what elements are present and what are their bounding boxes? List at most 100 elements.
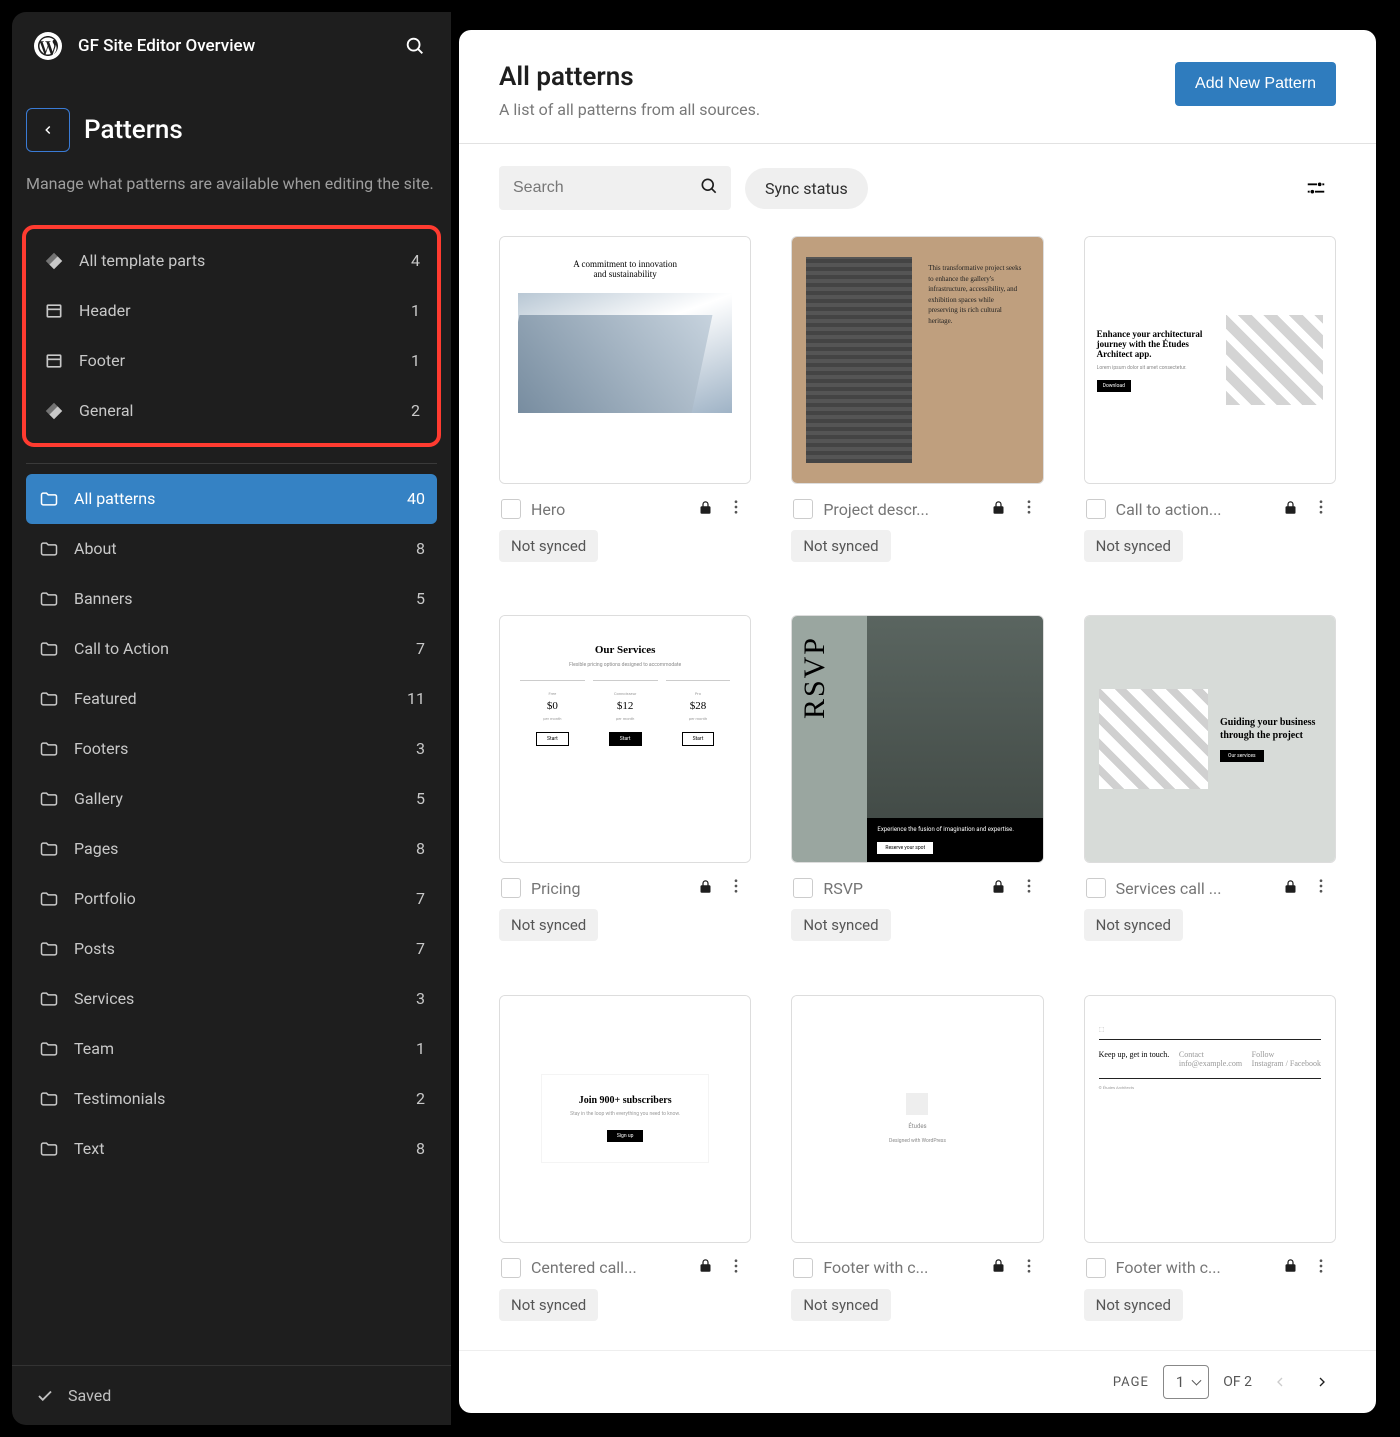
- folder-icon: [38, 788, 60, 810]
- select-checkbox[interactable]: [793, 499, 813, 519]
- category-item[interactable]: Text8: [26, 1124, 437, 1174]
- select-checkbox[interactable]: [1086, 499, 1106, 519]
- template-part-item[interactable]: Header1: [31, 286, 432, 336]
- pattern-thumbnail[interactable]: RSVPExperience the fusion of imagination…: [791, 615, 1043, 863]
- category-item[interactable]: Banners5: [26, 574, 437, 624]
- lock-icon: [991, 1258, 1006, 1277]
- pattern-card: Our ServicesFlexible pricing options des…: [499, 615, 751, 970]
- nav-count: 2: [416, 1089, 425, 1108]
- more-actions-button[interactable]: [1016, 498, 1042, 520]
- wordpress-logo-icon: [34, 32, 62, 60]
- global-search-button[interactable]: [401, 32, 429, 60]
- pattern-thumbnail[interactable]: This transformative project seeks to enh…: [791, 236, 1043, 484]
- select-checkbox[interactable]: [501, 499, 521, 519]
- category-item[interactable]: Featured11: [26, 674, 437, 724]
- pattern-title: Footer with c...: [1116, 1258, 1273, 1277]
- saved-label: Saved: [68, 1386, 111, 1405]
- view-options-button[interactable]: [1302, 174, 1330, 202]
- nav-count: 5: [416, 589, 425, 608]
- nav-label: Services: [74, 989, 134, 1008]
- pattern-thumbnail[interactable]: ÉtudesDesigned with WordPress: [791, 995, 1043, 1243]
- nav-label: Posts: [74, 939, 115, 958]
- pattern-title: RSVP: [823, 879, 980, 898]
- category-item[interactable]: Services 3: [26, 974, 437, 1024]
- more-actions-button[interactable]: [723, 877, 749, 899]
- add-new-pattern-button[interactable]: Add New Pattern: [1175, 62, 1336, 106]
- more-actions-button[interactable]: [1016, 877, 1042, 899]
- category-item[interactable]: Pages8: [26, 824, 437, 874]
- nav-count: 3: [416, 989, 425, 1008]
- brand[interactable]: GF Site Editor Overview: [34, 32, 255, 60]
- layout-icon: [43, 350, 65, 372]
- category-item[interactable]: Posts 7: [26, 924, 437, 974]
- nav-count: 1: [411, 351, 420, 370]
- pattern-card: A commitment to innovationand sustainabi…: [499, 236, 751, 591]
- diamond-icon: [43, 250, 65, 272]
- select-checkbox[interactable]: [1086, 878, 1106, 898]
- select-checkbox[interactable]: [1086, 1258, 1106, 1278]
- toolbar: Sync status: [459, 144, 1376, 222]
- category-item[interactable]: Gallery5: [26, 774, 437, 824]
- pattern-thumbnail[interactable]: Enhance your architectural journey with …: [1084, 236, 1336, 484]
- template-part-item[interactable]: General2: [31, 386, 432, 436]
- more-actions-button[interactable]: [1016, 1257, 1042, 1279]
- lock-icon: [698, 500, 713, 519]
- nav-label: General: [79, 401, 133, 420]
- more-actions-button[interactable]: [723, 498, 749, 520]
- folder-icon: [38, 1088, 60, 1110]
- pattern-thumbnail[interactable]: Our ServicesFlexible pricing options des…: [499, 615, 751, 863]
- category-item[interactable]: Call to Action7: [26, 624, 437, 674]
- nav-count: 1: [411, 301, 420, 320]
- template-part-item[interactable]: Footer1: [31, 336, 432, 386]
- page-select[interactable]: 1: [1163, 1365, 1209, 1399]
- folder-icon: [38, 588, 60, 610]
- nav-label: About: [74, 539, 117, 558]
- sync-badge: Not synced: [1084, 530, 1183, 562]
- more-actions-button[interactable]: [1308, 877, 1334, 899]
- pattern-thumbnail[interactable]: Guiding your business through the projec…: [1084, 615, 1336, 863]
- pattern-thumbnail[interactable]: A commitment to innovationand sustainabi…: [499, 236, 751, 484]
- back-button[interactable]: [26, 108, 70, 152]
- folder-icon: [38, 988, 60, 1010]
- sync-status-filter[interactable]: Sync status: [745, 168, 868, 209]
- category-item[interactable]: Portfolio7: [26, 874, 437, 924]
- check-icon: [36, 1387, 54, 1405]
- page-next-button[interactable]: [1308, 1368, 1336, 1396]
- sync-badge: Not synced: [499, 530, 598, 562]
- select-checkbox[interactable]: [793, 1258, 813, 1278]
- pattern-thumbnail[interactable]: ⬚Keep up, get in touch.Contactinfo@examp…: [1084, 995, 1336, 1243]
- app-frame: GF Site Editor Overview Patterns Manage …: [12, 12, 1388, 1425]
- nav-count: 7: [416, 639, 425, 658]
- pattern-title: Call to action...: [1116, 500, 1273, 519]
- nav-label: Team: [74, 1039, 114, 1058]
- site-title: GF Site Editor Overview: [78, 36, 255, 56]
- sync-badge: Not synced: [1084, 909, 1183, 941]
- nav-count: 7: [416, 939, 425, 958]
- nav-label: All template parts: [79, 251, 205, 270]
- template-parts-group: All template parts4Header1Footer1General…: [22, 225, 441, 447]
- pattern-card: Enhance your architectural journey with …: [1084, 236, 1336, 591]
- category-item[interactable]: About8: [26, 524, 437, 574]
- search-input[interactable]: [499, 166, 731, 210]
- pattern-card: ⬚Keep up, get in touch.Contactinfo@examp…: [1084, 995, 1336, 1350]
- category-item[interactable]: Testimonials 2: [26, 1074, 437, 1124]
- sidebar-topbar: GF Site Editor Overview: [12, 12, 451, 80]
- page-prev-button[interactable]: [1266, 1368, 1294, 1396]
- category-item[interactable]: Team1: [26, 1024, 437, 1074]
- template-part-item[interactable]: All template parts4: [31, 236, 432, 286]
- more-actions-button[interactable]: [1308, 1257, 1334, 1279]
- select-checkbox[interactable]: [501, 878, 521, 898]
- more-actions-button[interactable]: [1308, 498, 1334, 520]
- category-item[interactable]: Footers3: [26, 724, 437, 774]
- nav-label: Gallery: [74, 789, 123, 808]
- layout-icon: [43, 300, 65, 322]
- select-checkbox[interactable]: [501, 1258, 521, 1278]
- folder-icon: [38, 688, 60, 710]
- sidebar-header: Patterns Manage what patterns are availa…: [12, 80, 451, 225]
- search-box: [499, 166, 731, 210]
- nav-label: Testimonials: [74, 1089, 165, 1108]
- pattern-thumbnail[interactable]: Join 900+ subscribersStay in the loop wi…: [499, 995, 751, 1243]
- select-checkbox[interactable]: [793, 878, 813, 898]
- more-actions-button[interactable]: [723, 1257, 749, 1279]
- category-item[interactable]: All patterns40: [26, 474, 437, 524]
